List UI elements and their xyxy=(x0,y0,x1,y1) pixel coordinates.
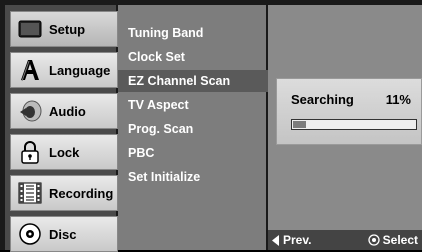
menu-item-tv-aspect[interactable]: TV Aspect xyxy=(118,94,266,116)
select-label: Select xyxy=(382,233,418,247)
tab-setup[interactable]: Setup xyxy=(10,11,118,47)
disc-icon xyxy=(17,221,43,247)
menu-item-set-initialize[interactable]: Set Initialize xyxy=(118,166,266,188)
monitor-icon xyxy=(17,16,43,42)
triangle-left-icon xyxy=(272,234,279,246)
tab-recording[interactable]: Recording xyxy=(10,175,118,211)
tab-language[interactable]: Language xyxy=(10,52,118,88)
setup-screen: Setup Language Audio Lock Recording Disc… xyxy=(0,0,422,252)
tab-label: Setup xyxy=(49,21,86,37)
tab-audio[interactable]: Audio xyxy=(10,93,118,129)
menu-item-tuning-band[interactable]: Tuning Band xyxy=(118,22,266,44)
circle-dot-icon xyxy=(367,234,380,246)
padlock-icon xyxy=(17,139,43,165)
scan-status: Searching xyxy=(291,92,354,107)
speaker-icon xyxy=(17,98,43,124)
tab-lock[interactable]: Lock xyxy=(10,134,118,170)
menu-item-prog-scan[interactable]: Prog. Scan xyxy=(118,118,266,140)
menu-item-pbc[interactable]: PBC xyxy=(118,142,266,164)
category-tabs: Setup Language Audio Lock Recording Disc xyxy=(5,5,118,252)
scan-percent: 11% xyxy=(385,92,411,107)
footer-bar: Prev. Select xyxy=(268,230,422,250)
menu-item-clock-set[interactable]: Clock Set xyxy=(118,46,266,68)
film-icon xyxy=(17,180,43,206)
setup-menu: Tuning Band Clock Set EZ Channel Scan TV… xyxy=(118,5,272,250)
prev-button[interactable]: Prev. xyxy=(272,233,311,247)
tab-label: Disc xyxy=(49,226,77,242)
tab-label: Audio xyxy=(49,103,86,119)
prev-label: Prev. xyxy=(283,233,312,247)
tab-label: Recording xyxy=(49,185,114,201)
scan-progress-fill xyxy=(293,121,306,128)
select-button[interactable]: Select xyxy=(367,233,418,247)
tab-disc[interactable]: Disc xyxy=(10,216,118,252)
tab-label: Lock xyxy=(49,144,80,160)
tab-label: Language xyxy=(49,62,111,78)
menu-item-ez-channel-scan[interactable]: EZ Channel Scan xyxy=(118,70,272,92)
scan-progress-popup: Searching 11% xyxy=(276,78,422,145)
scan-progress-bar xyxy=(291,119,417,130)
language-letter-icon xyxy=(17,57,43,83)
